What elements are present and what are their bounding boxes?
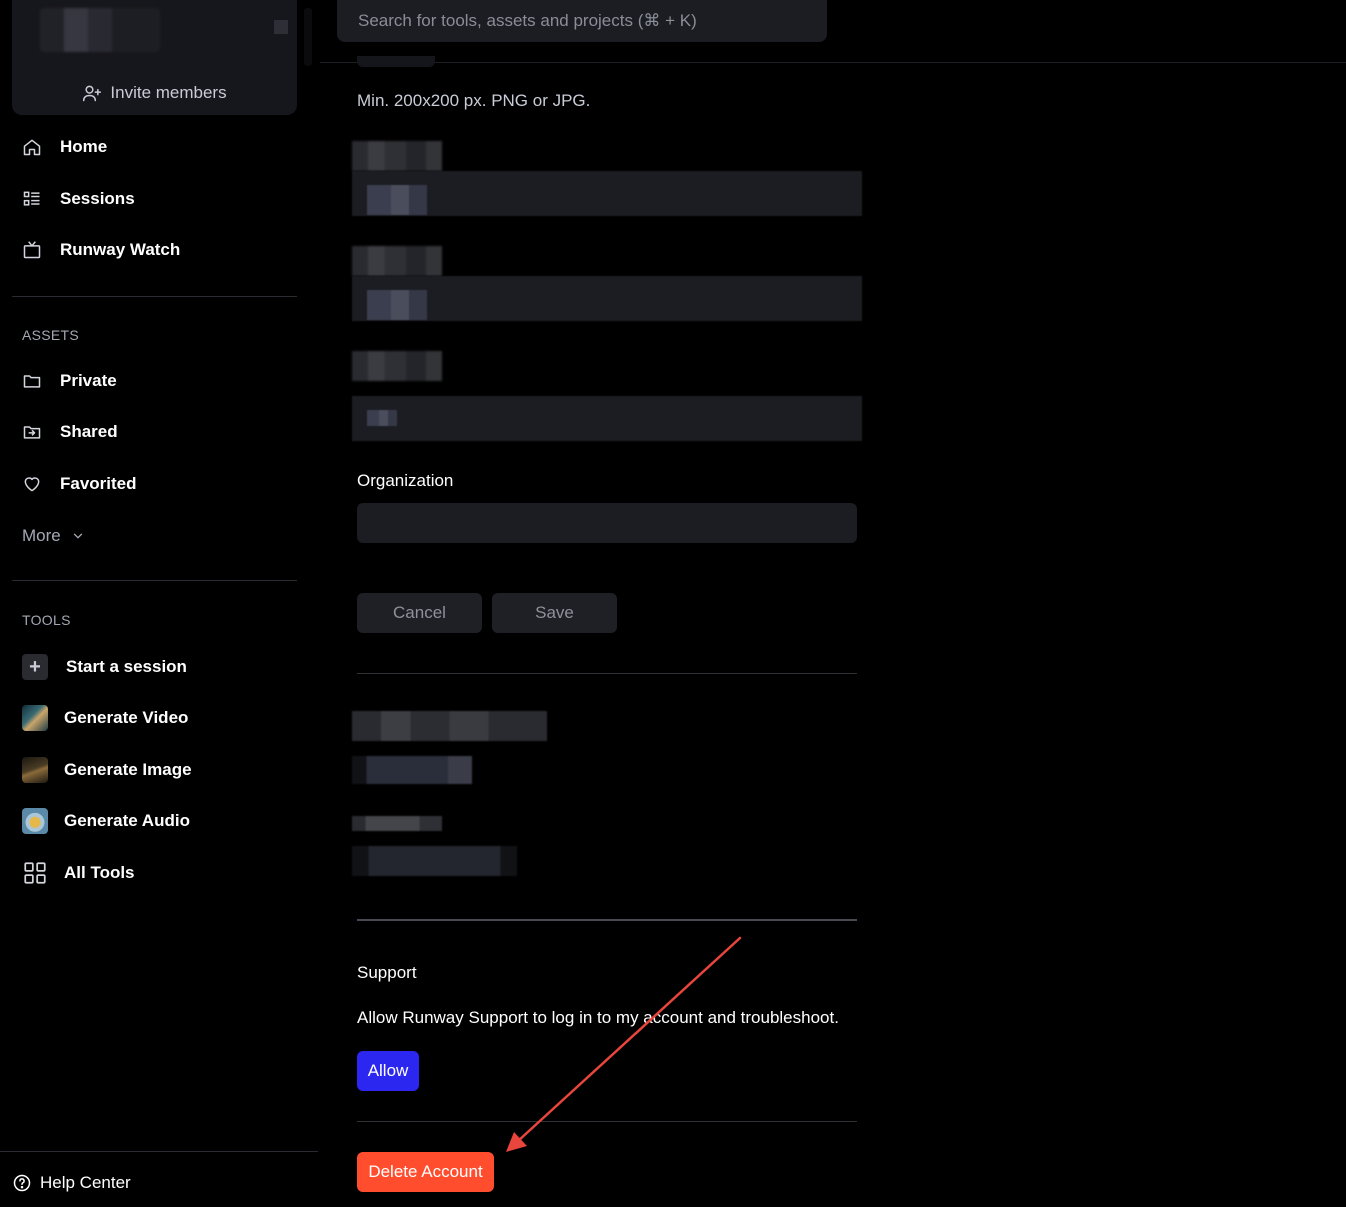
- sidebar-item-label: Shared: [60, 422, 118, 441]
- upload-image-button[interactable]: [357, 56, 435, 67]
- allow-support-button[interactable]: Allow: [357, 1051, 419, 1091]
- tool-generate-audio[interactable]: Generate Audio: [22, 808, 190, 834]
- redacted-field-input[interactable]: [352, 276, 862, 321]
- tool-label: Start a session: [66, 657, 187, 676]
- shared-folder-icon: [23, 426, 41, 439]
- section-divider: [357, 1121, 857, 1122]
- nav-item-runway-watch[interactable]: Runway Watch: [22, 240, 180, 260]
- sidebar-item-shared[interactable]: Shared: [22, 422, 118, 442]
- audio-thumbnail: [22, 808, 48, 834]
- home-icon: [23, 139, 41, 156]
- heart-icon: [24, 477, 40, 492]
- nav-item-sessions[interactable]: Sessions: [22, 189, 135, 209]
- workspace-scrollbar[interactable]: [304, 8, 312, 66]
- sidebar-item-private[interactable]: Private: [22, 371, 117, 391]
- tools-section-label: TOOLS: [22, 612, 71, 628]
- sidebar: Invite members Home Sessions Runway Watc…: [0, 0, 318, 1207]
- nav-item-home[interactable]: Home: [22, 137, 107, 157]
- help-center-link[interactable]: Help Center: [12, 1173, 131, 1193]
- tool-generate-image[interactable]: Generate Image: [22, 757, 192, 783]
- tool-generate-video[interactable]: Generate Video: [22, 705, 188, 731]
- redacted-field-label: [352, 246, 442, 276]
- assets-section-label: ASSETS: [22, 327, 80, 343]
- search-input[interactable]: [337, 0, 827, 42]
- invite-members-label: Invite members: [110, 82, 227, 102]
- redacted-field-label: [352, 351, 442, 381]
- more-toggle[interactable]: More: [22, 526, 85, 546]
- tool-label: All Tools: [64, 863, 135, 882]
- help-center-label: Help Center: [40, 1173, 131, 1192]
- sidebar-item-label: Private: [60, 371, 117, 390]
- more-label: More: [22, 526, 61, 545]
- redacted-section-value: [352, 846, 517, 876]
- section-divider: [357, 673, 857, 674]
- tool-label: Generate Audio: [64, 811, 190, 830]
- support-description: Allow Runway Support to log in to my acc…: [357, 1008, 839, 1027]
- image-requirements-hint: Min. 200x200 px. PNG or JPG.: [357, 91, 591, 110]
- redacted-section-value: [352, 756, 472, 784]
- redacted-field-input[interactable]: [352, 171, 862, 216]
- help-icon: [13, 1174, 31, 1192]
- redacted-field-input[interactable]: [352, 396, 862, 441]
- add-user-icon: [83, 85, 102, 101]
- redacted-value: [367, 410, 397, 426]
- organization-input[interactable]: [357, 503, 857, 543]
- tool-start-session[interactable]: + Start a session: [22, 654, 187, 680]
- workspace-name-redacted: [40, 8, 160, 52]
- sidebar-divider: [12, 296, 297, 297]
- folder-icon: [23, 375, 41, 388]
- image-thumbnail: [22, 757, 48, 783]
- tv-icon: [23, 241, 41, 259]
- tool-all-tools[interactable]: All Tools: [22, 860, 135, 886]
- save-button[interactable]: Save: [492, 593, 617, 633]
- redacted-section-title: [352, 711, 547, 741]
- nav-label: Home: [60, 137, 108, 156]
- redacted-value: [367, 185, 427, 215]
- nav-label: Sessions: [60, 189, 135, 208]
- sidebar-divider: [12, 580, 297, 581]
- redacted-field-label: [352, 141, 442, 171]
- list-icon: [23, 191, 40, 206]
- video-thumbnail: [22, 705, 48, 731]
- sidebar-divider: [0, 1151, 318, 1152]
- organization-label: Organization: [357, 471, 454, 490]
- delete-account-button[interactable]: Delete Account: [357, 1152, 494, 1192]
- tool-label: Generate Image: [64, 760, 192, 779]
- sidebar-item-favorited[interactable]: Favorited: [22, 474, 137, 494]
- workspace-menu-redacted: [274, 20, 288, 34]
- support-title: Support: [357, 963, 417, 982]
- redacted-value: [367, 290, 427, 320]
- nav-label: Runway Watch: [60, 240, 181, 259]
- chevron-down-icon: [73, 533, 82, 539]
- redacted-section-title: [352, 816, 442, 831]
- sidebar-item-label: Favorited: [60, 474, 137, 493]
- plus-icon: +: [22, 654, 48, 680]
- tool-label: Generate Video: [64, 708, 189, 727]
- section-divider: [357, 919, 857, 921]
- cancel-button[interactable]: Cancel: [357, 593, 482, 633]
- header-divider: [320, 62, 1346, 63]
- invite-members-button[interactable]: Invite members: [12, 70, 297, 115]
- grid-icon: [24, 862, 46, 884]
